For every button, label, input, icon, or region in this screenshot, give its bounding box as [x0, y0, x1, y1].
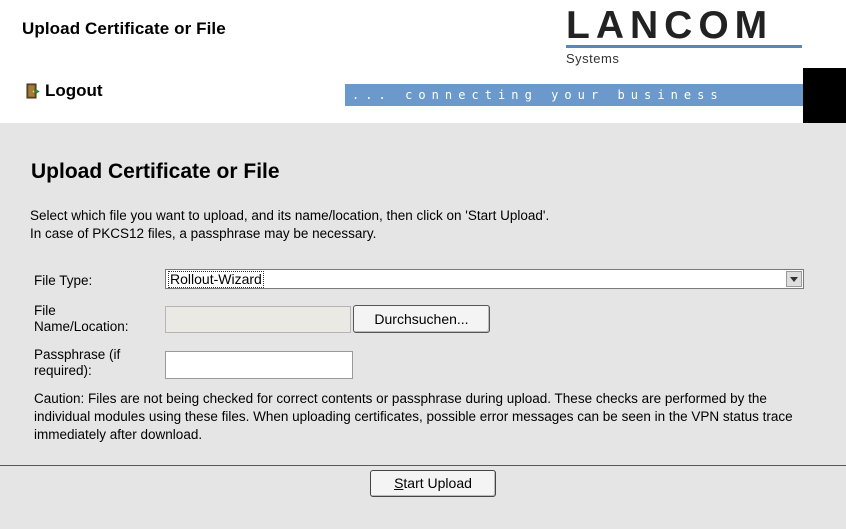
logout-link[interactable]: Logout [26, 80, 103, 102]
file-type-select[interactable]: Rollout-Wizard [165, 269, 804, 289]
divider [0, 465, 846, 466]
file-name-input[interactable] [165, 306, 351, 333]
caution-text: Caution: Files are not being checked for… [34, 391, 793, 442]
top-page-title: Upload Certificate or File [22, 19, 226, 38]
passphrase-label-line-2: required): [34, 363, 92, 378]
lancom-logo: LANCOM Systems [566, 6, 802, 70]
logout-door-icon [26, 83, 40, 99]
passphrase-input[interactable] [165, 351, 353, 379]
chevron-down-icon[interactable] [786, 271, 802, 287]
corner-block [803, 68, 846, 123]
logo-name: LANCOM [566, 4, 774, 47]
logo-subtitle: Systems [566, 51, 620, 66]
file-name-label-line-1: File [34, 303, 56, 318]
browse-button[interactable]: Durchsuchen... [353, 305, 490, 333]
description-line-2: In case of PKCS12 files, a passphrase ma… [30, 226, 377, 241]
description-line-1: Select which file you want to upload, an… [30, 208, 550, 223]
slogan-bar: ... connecting your business [345, 84, 846, 106]
logo-bar [566, 45, 802, 48]
file-name-label-line-2: Name/Location: [34, 319, 129, 334]
page-heading: Upload Certificate or File [31, 160, 280, 183]
start-upload-button[interactable]: Start Upload [370, 470, 496, 497]
passphrase-label: Passphrase (if required): [34, 347, 120, 379]
start-upload-label: tart Upload [403, 475, 472, 491]
file-name-label: File Name/Location: [34, 303, 129, 335]
logout-label: Logout [45, 81, 103, 100]
file-type-label: File Type: [34, 273, 93, 288]
description: Select which file you want to upload, an… [30, 207, 549, 243]
file-type-selected-value: Rollout-Wizard [168, 271, 264, 288]
passphrase-label-line-1: Passphrase (if [34, 347, 121, 362]
content-panel: Upload Certificate or File Select which … [0, 123, 846, 529]
